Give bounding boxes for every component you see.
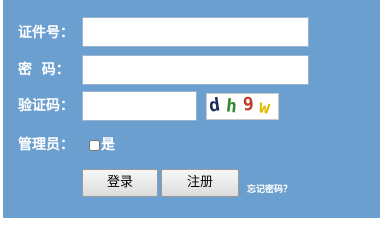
login-button[interactable]: 登录 bbox=[82, 169, 158, 197]
captcha-char-4: w bbox=[257, 96, 272, 119]
captcha-char-2: h bbox=[224, 95, 238, 118]
captcha-image[interactable]: d h 9 w bbox=[206, 93, 279, 120]
id-number-label: 证件号： bbox=[18, 25, 74, 41]
admin-checkbox[interactable] bbox=[89, 140, 100, 151]
forgot-password-link[interactable]: 忘记密码？ bbox=[247, 182, 292, 195]
admin-label: 管理员： bbox=[18, 137, 74, 153]
admin-checkbox-label: 是 bbox=[101, 137, 115, 153]
password-label: 密 码： bbox=[18, 62, 70, 78]
password-input[interactable] bbox=[82, 55, 309, 85]
captcha-input[interactable] bbox=[82, 91, 197, 121]
register-button[interactable]: 注册 bbox=[161, 169, 239, 197]
id-number-input[interactable] bbox=[82, 17, 309, 47]
captcha-label: 验证码： bbox=[18, 98, 74, 114]
login-panel: 证件号： 密 码： 验证码： d h 9 w 管理员： 是 登录 注册 忘记密码… bbox=[3, 0, 380, 218]
captcha-char-1: d bbox=[207, 94, 222, 117]
captcha-char-3: 9 bbox=[242, 93, 255, 116]
